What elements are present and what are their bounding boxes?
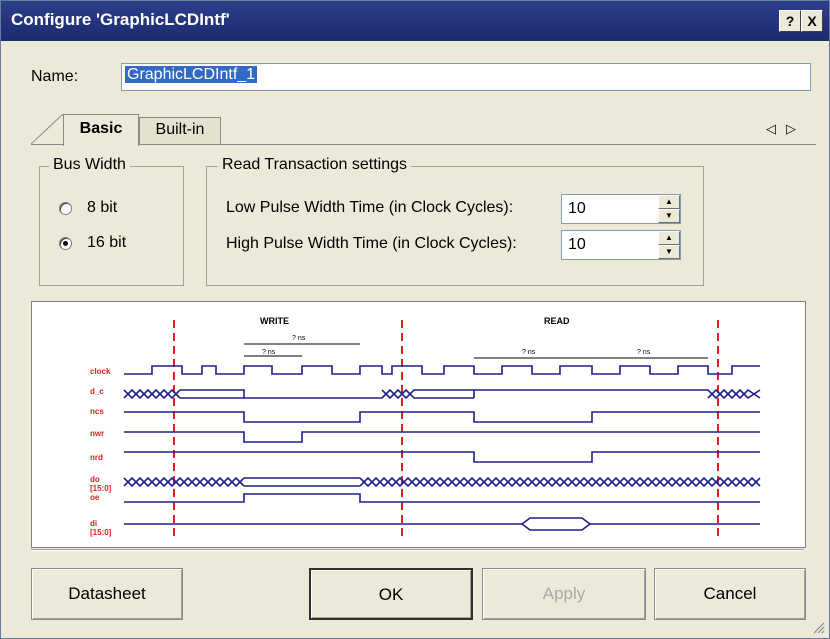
high-pulse-down-icon[interactable]: ▼ bbox=[658, 245, 680, 259]
button-separator bbox=[31, 549, 804, 551]
window-title: Configure 'GraphicLCDIntf' bbox=[11, 10, 230, 29]
low-pulse-label: Low Pulse Width Time (in Clock Cycles): bbox=[226, 199, 514, 216]
name-input[interactable]: GraphicLCDIntf_1 bbox=[121, 63, 811, 91]
read-transaction-group bbox=[206, 166, 704, 286]
signal-label-di-bus: [15:0] bbox=[90, 528, 112, 537]
write-pulse-label: ? ns bbox=[262, 349, 276, 356]
write-period-label: ? ns bbox=[292, 335, 306, 342]
tab-strip-line bbox=[31, 144, 816, 145]
signal-label-oe: oe bbox=[90, 493, 100, 502]
ok-button[interactable]: OK bbox=[309, 568, 473, 620]
read-transaction-legend: Read Transaction settings bbox=[218, 156, 411, 174]
name-input-value: GraphicLCDIntf_1 bbox=[125, 66, 258, 83]
radio-16bit-label[interactable]: 16 bit bbox=[87, 234, 126, 252]
read-label: READ bbox=[544, 316, 570, 326]
high-pulse-spinner[interactable]: 10 ▲ ▼ bbox=[561, 230, 681, 260]
read-high-label: ? ns bbox=[637, 349, 651, 356]
resize-grip-icon[interactable] bbox=[811, 620, 825, 634]
tab-basic[interactable]: Basic bbox=[63, 114, 139, 146]
radio-8bit[interactable] bbox=[59, 202, 72, 215]
help-button[interactable]: ? bbox=[779, 10, 801, 32]
high-pulse-value[interactable]: 10 bbox=[568, 236, 586, 254]
signal-label-nrd: nrd bbox=[90, 453, 103, 462]
timing-diagram-svg: WRITE READ ? ns ? ns ? ns ? ns clock d_c… bbox=[90, 316, 761, 537]
signal-label-nwr: nwr bbox=[90, 429, 104, 438]
high-pulse-label: High Pulse Width Time (in Clock Cycles): bbox=[226, 235, 517, 252]
signal-label-di: di bbox=[90, 519, 97, 528]
radio-8bit-label[interactable]: 8 bit bbox=[87, 199, 117, 217]
close-button[interactable]: X bbox=[801, 10, 823, 32]
bus-width-legend: Bus Width bbox=[49, 156, 130, 174]
radio-16bit-selected-dot bbox=[63, 241, 68, 246]
signal-label-clock: clock bbox=[90, 367, 111, 376]
signal-label-ncs: ncs bbox=[90, 407, 104, 416]
name-label: Name: bbox=[31, 68, 79, 85]
high-pulse-up-icon[interactable]: ▲ bbox=[658, 231, 680, 245]
radio-16bit[interactable] bbox=[59, 237, 72, 250]
low-pulse-value[interactable]: 10 bbox=[568, 200, 586, 218]
tab-scroll-right-icon[interactable]: ▷ bbox=[786, 121, 796, 137]
cancel-button[interactable]: Cancel bbox=[654, 568, 806, 620]
bus-width-group bbox=[39, 166, 184, 286]
waveforms bbox=[123, 365, 761, 531]
apply-button[interactable]: Apply bbox=[482, 568, 646, 620]
signal-labels: clock d_c ncs nwr nrd do [15:0] oe di [1… bbox=[90, 367, 112, 537]
datasheet-button[interactable]: Datasheet bbox=[31, 568, 183, 620]
signal-label-dc: d_c bbox=[90, 387, 104, 396]
read-low-label: ? ns bbox=[522, 349, 536, 356]
low-pulse-down-icon[interactable]: ▼ bbox=[658, 209, 680, 223]
write-label: WRITE bbox=[260, 316, 289, 326]
signal-label-do: do bbox=[90, 475, 100, 484]
title-bar[interactable]: Configure 'GraphicLCDIntf' ? X bbox=[1, 1, 829, 41]
tab-built-in[interactable]: Built-in bbox=[139, 117, 221, 144]
configure-dialog: Configure 'GraphicLCDIntf' ? X Name: Gra… bbox=[0, 0, 830, 639]
tab-scroll-left-icon[interactable]: ◁ bbox=[766, 121, 776, 137]
low-pulse-up-icon[interactable]: ▲ bbox=[658, 195, 680, 209]
timing-diagram: WRITE READ ? ns ? ns ? ns ? ns clock d_c… bbox=[31, 301, 806, 548]
signal-label-do-bus: [15:0] bbox=[90, 484, 112, 493]
low-pulse-spinner[interactable]: 10 ▲ ▼ bbox=[561, 194, 681, 224]
